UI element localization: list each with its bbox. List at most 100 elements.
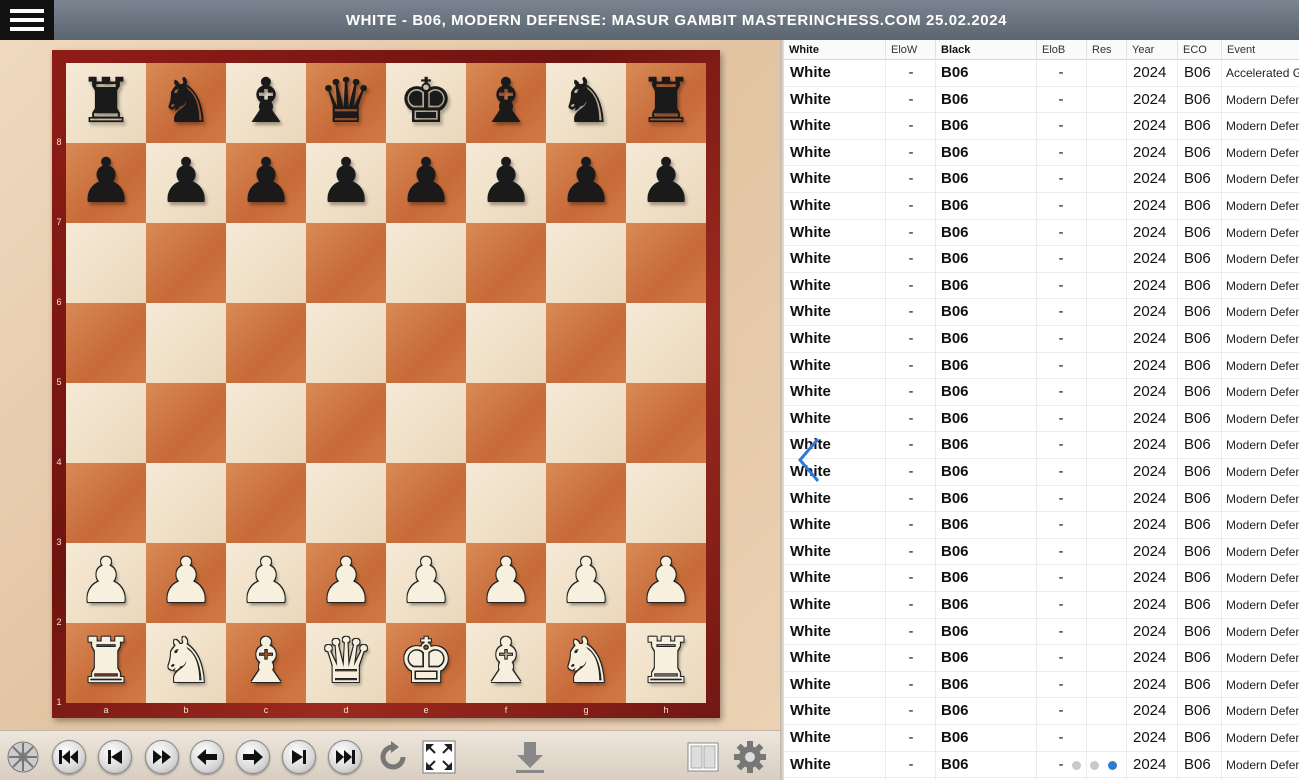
column-header-elow[interactable]: EloW bbox=[885, 40, 935, 60]
download-button[interactable] bbox=[513, 740, 547, 774]
chess-piece[interactable]: ♟ bbox=[158, 550, 214, 612]
square-b5[interactable] bbox=[146, 303, 226, 383]
chess-piece[interactable]: ♚ bbox=[398, 70, 454, 132]
square-a2[interactable]: ♟ bbox=[66, 543, 146, 623]
square-b4[interactable] bbox=[146, 383, 226, 463]
back-chevron-icon[interactable] bbox=[794, 435, 824, 490]
chess-piece[interactable]: ♝ bbox=[238, 70, 294, 132]
chess-piece[interactable]: ♟ bbox=[398, 150, 454, 212]
play-button[interactable] bbox=[145, 740, 179, 774]
chess-piece[interactable]: ♝ bbox=[478, 70, 534, 132]
last-move-button[interactable] bbox=[328, 740, 362, 774]
column-header-res[interactable]: Res bbox=[1086, 40, 1126, 60]
pager-dot[interactable] bbox=[1090, 761, 1099, 770]
next-move-button[interactable] bbox=[282, 740, 316, 774]
square-f2[interactable]: ♟ bbox=[466, 543, 546, 623]
chess-piece[interactable]: ♟ bbox=[478, 150, 534, 212]
square-e3[interactable] bbox=[386, 463, 466, 543]
square-b1[interactable]: ♞ bbox=[146, 623, 226, 703]
chess-piece[interactable]: ♟ bbox=[478, 550, 534, 612]
chess-piece[interactable]: ♟ bbox=[638, 150, 694, 212]
first-move-button[interactable] bbox=[52, 740, 86, 774]
square-e1[interactable]: ♚ bbox=[386, 623, 466, 703]
square-d1[interactable]: ♛ bbox=[306, 623, 386, 703]
square-d3[interactable] bbox=[306, 463, 386, 543]
square-c6[interactable] bbox=[226, 223, 306, 303]
column-header-eco[interactable]: ECO bbox=[1177, 40, 1221, 60]
square-d6[interactable] bbox=[306, 223, 386, 303]
chess-piece[interactable]: ♟ bbox=[318, 150, 374, 212]
square-e8[interactable]: ♚ bbox=[386, 63, 466, 143]
square-c4[interactable] bbox=[226, 383, 306, 463]
wheel-button[interactable] bbox=[6, 740, 40, 774]
square-h8[interactable]: ♜ bbox=[626, 63, 706, 143]
square-e7[interactable]: ♟ bbox=[386, 143, 466, 223]
settings-gear-button[interactable] bbox=[733, 740, 767, 774]
square-a8[interactable]: ♜ bbox=[66, 63, 146, 143]
chess-piece[interactable]: ♝ bbox=[238, 630, 294, 692]
square-d8[interactable]: ♛ bbox=[306, 63, 386, 143]
square-h4[interactable] bbox=[626, 383, 706, 463]
chess-piece[interactable]: ♞ bbox=[158, 630, 214, 692]
chess-piece[interactable]: ♟ bbox=[398, 550, 454, 612]
chess-piece[interactable]: ♝ bbox=[478, 630, 534, 692]
column-header-elob[interactable]: EloB bbox=[1036, 40, 1086, 60]
chess-piece[interactable]: ♟ bbox=[558, 150, 614, 212]
square-f8[interactable]: ♝ bbox=[466, 63, 546, 143]
rotate-board-button[interactable] bbox=[376, 740, 410, 774]
fullscreen-button[interactable] bbox=[422, 740, 456, 774]
square-b7[interactable]: ♟ bbox=[146, 143, 226, 223]
chess-piece[interactable]: ♟ bbox=[158, 150, 214, 212]
book-button[interactable] bbox=[686, 740, 720, 774]
square-f4[interactable] bbox=[466, 383, 546, 463]
square-c5[interactable] bbox=[226, 303, 306, 383]
square-b6[interactable] bbox=[146, 223, 226, 303]
square-e4[interactable] bbox=[386, 383, 466, 463]
chess-piece[interactable]: ♜ bbox=[638, 70, 694, 132]
square-g5[interactable] bbox=[546, 303, 626, 383]
chess-piece[interactable]: ♜ bbox=[78, 630, 134, 692]
square-c1[interactable]: ♝ bbox=[226, 623, 306, 703]
column-header-year[interactable]: Year bbox=[1126, 40, 1177, 60]
chess-piece[interactable]: ♟ bbox=[78, 150, 134, 212]
column-header-event[interactable]: Event bbox=[1221, 40, 1299, 60]
square-d4[interactable] bbox=[306, 383, 386, 463]
square-h6[interactable] bbox=[626, 223, 706, 303]
chess-piece[interactable]: ♜ bbox=[638, 630, 694, 692]
chess-board[interactable]: ♜ ♞ ♝ ♛ ♚ ♝ ♞ ♜ ♟ ♟ ♟ ♟ ♟ ♟ ♟ ♟ ♟ ♟ ♟ ♟ ♟ ♟ ♟ ♟ ♜ ♞ ♝ ♛ ♚ ♝ ♞ ♜ bbox=[66, 63, 706, 703]
square-h2[interactable]: ♟ bbox=[626, 543, 706, 623]
square-a4[interactable] bbox=[66, 383, 146, 463]
pager-dot[interactable] bbox=[1108, 761, 1117, 770]
back-arrow-button[interactable] bbox=[190, 740, 224, 774]
chess-piece[interactable]: ♜ bbox=[78, 70, 134, 132]
chess-piece[interactable]: ♟ bbox=[238, 550, 294, 612]
chess-piece[interactable]: ♚ bbox=[398, 630, 454, 692]
square-h5[interactable] bbox=[626, 303, 706, 383]
square-d5[interactable] bbox=[306, 303, 386, 383]
column-header-black[interactable]: Black bbox=[935, 40, 1036, 60]
square-b2[interactable]: ♟ bbox=[146, 543, 226, 623]
chess-piece[interactable]: ♟ bbox=[638, 550, 694, 612]
square-c8[interactable]: ♝ bbox=[226, 63, 306, 143]
square-g8[interactable]: ♞ bbox=[546, 63, 626, 143]
chess-piece[interactable]: ♟ bbox=[558, 550, 614, 612]
square-b8[interactable]: ♞ bbox=[146, 63, 226, 143]
square-a5[interactable] bbox=[66, 303, 146, 383]
square-c3[interactable] bbox=[226, 463, 306, 543]
square-d2[interactable]: ♟ bbox=[306, 543, 386, 623]
square-e6[interactable] bbox=[386, 223, 466, 303]
chess-piece[interactable]: ♞ bbox=[558, 70, 614, 132]
square-a1[interactable]: ♜ bbox=[66, 623, 146, 703]
square-c7[interactable]: ♟ bbox=[226, 143, 306, 223]
square-h7[interactable]: ♟ bbox=[626, 143, 706, 223]
column-header-white[interactable]: White bbox=[784, 40, 885, 60]
square-h3[interactable] bbox=[626, 463, 706, 543]
square-f3[interactable] bbox=[466, 463, 546, 543]
square-c2[interactable]: ♟ bbox=[226, 543, 306, 623]
chess-piece[interactable]: ♟ bbox=[318, 550, 374, 612]
square-d7[interactable]: ♟ bbox=[306, 143, 386, 223]
square-f1[interactable]: ♝ bbox=[466, 623, 546, 703]
square-g2[interactable]: ♟ bbox=[546, 543, 626, 623]
square-g7[interactable]: ♟ bbox=[546, 143, 626, 223]
square-g6[interactable] bbox=[546, 223, 626, 303]
